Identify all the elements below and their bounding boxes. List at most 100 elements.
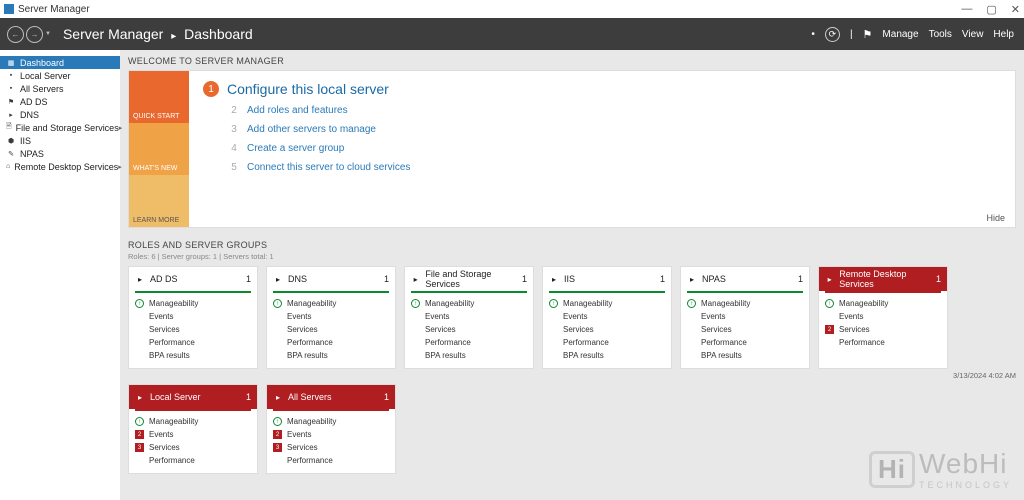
tile-row-events[interactable]: Events [411,310,527,323]
role-tile[interactable]: ▸IIS1↑ManageabilityEventsServicesPerform… [542,266,672,369]
tile-row-manageability[interactable]: ↑Manageability [273,415,389,428]
tile-row-bpa[interactable]: BPA results [273,349,389,362]
sidebar-item-label: All Servers [20,84,64,94]
sidebar-item-local-server[interactable]: ▪Local Server [0,69,120,82]
hide-link[interactable]: Hide [986,213,1005,223]
tile-row-bpa[interactable]: BPA results [135,349,251,362]
tile-row-performance[interactable]: Performance [135,454,251,467]
tile-row-manageability[interactable]: ↑Manageability [687,297,803,310]
arrow-up-icon: ↑ [825,299,834,308]
roles-subheading: Roles: 6 | Server groups: 1 | Servers to… [128,252,1016,261]
role-tile[interactable]: ▸All Servers1↑Manageability2Events3Servi… [266,384,396,474]
tile-row-events[interactable]: 2Events [273,428,389,441]
alert-badge: 2 [825,325,834,334]
role-tile[interactable]: ▸Local Server1↑Manageability2Events3Serv… [128,384,258,474]
notifications-flag-icon[interactable]: ⚑ [863,28,873,41]
tile-row-services[interactable]: Services [687,323,803,336]
tile-row-performance[interactable]: Performance [549,336,665,349]
sidebar-item-npas[interactable]: ✎NPAS [0,147,120,160]
sidebar-item-all-servers[interactable]: ▪All Servers [0,82,120,95]
role-tile[interactable]: ▸AD DS1↑ManageabilityEventsServicesPerfo… [128,266,258,369]
row-label: Performance [839,338,885,347]
role-tile[interactable]: ▸Remote Desktop Services1↑ManageabilityE… [818,266,948,369]
tile-row-events[interactable]: Events [825,310,941,323]
tile-row-performance[interactable]: Performance [825,336,941,349]
tile-row-manageability[interactable]: ↑Manageability [273,297,389,310]
row-label: Services [149,443,180,452]
row-label: Events [149,312,173,321]
tab-learn-more[interactable]: LEARN MORE [129,175,189,227]
tile-row-events[interactable]: Events [687,310,803,323]
step-number: 2 [227,103,241,117]
menu-help[interactable]: Help [993,29,1014,40]
menu-view[interactable]: View [962,29,984,40]
tile-row-events[interactable]: Events [135,310,251,323]
tile-title: Local Server [150,392,201,402]
nav-forward-button[interactable]: → [26,26,43,43]
tile-row-services[interactable]: 2Services [825,323,941,336]
row-label: Events [701,312,725,321]
step-create-group[interactable]: 4Create a server group [227,141,1001,155]
tile-row-performance[interactable]: Performance [273,454,389,467]
window-title: Server Manager [18,4,90,15]
tile-row-manageability[interactable]: ↑Manageability [411,297,527,310]
tile-row-services[interactable]: 3 Services [135,441,251,454]
tab-whats-new[interactable]: WHAT'S NEW [129,123,189,175]
refresh-icon[interactable]: ⟳ [825,27,840,42]
tile-row-manageability[interactable]: ↑Manageability [135,297,251,310]
menu-tools[interactable]: Tools [929,29,952,40]
tile-row-manageability[interactable]: ↑Manageability [135,415,251,428]
menu-manage[interactable]: Manage [882,29,918,40]
sidebar-item-label: File and Storage Services [16,123,119,133]
tile-icon: ▸ [273,274,283,284]
maximize-button[interactable]: ▢ [986,3,996,16]
step-add-other-servers[interactable]: 3Add other servers to manage [227,122,1001,136]
step-connect-cloud[interactable]: 5Connect this server to cloud services [227,160,1001,174]
tile-row-bpa[interactable]: BPA results [687,349,803,362]
row-label: Manageability [287,299,336,308]
role-tile[interactable]: ▸NPAS1↑ManageabilityEventsServicesPerfor… [680,266,810,369]
row-label: Manageability [701,299,750,308]
tile-row-events[interactable]: Events [549,310,665,323]
tile-row-manageability[interactable]: ↑Manageability [549,297,665,310]
server-icon: ▪ [6,71,16,80]
sidebar-item-label: NPAS [20,149,44,159]
tile-row-services[interactable]: Services [411,323,527,336]
breadcrumb-root[interactable]: Server Manager [63,26,163,42]
tile-row-performance[interactable]: Performance [273,336,389,349]
tile-row-events[interactable]: Events [273,310,389,323]
tile-row-services[interactable]: Services [273,323,389,336]
sidebar-item-iis[interactable]: ⬢IIS [0,134,120,147]
tile-row-performance[interactable]: Performance [687,336,803,349]
row-label: Manageability [839,299,888,308]
alert-badge: 3 [135,443,144,452]
row-label: Manageability [287,417,336,426]
tile-row-services[interactable]: Services [135,323,251,336]
close-button[interactable]: ✕ [1011,3,1020,16]
tile-row-services[interactable]: 3Services [273,441,389,454]
refresh-dropdown[interactable]: • [811,29,815,40]
tile-row-performance[interactable]: Performance [135,336,251,349]
sidebar-item-rds[interactable]: ⌂Remote Desktop Services▸ [0,160,120,173]
sidebar-item-file-storage[interactable]: 🗎File and Storage Services▸ [0,121,120,134]
nav-back-button[interactable]: ← [7,26,24,43]
role-tile[interactable]: ▸DNS1↑ManageabilityEventsServicesPerform… [266,266,396,369]
tile-row-bpa[interactable]: BPA results [411,349,527,362]
tile-row-events[interactable]: 2Events [135,428,251,441]
tab-quick-start[interactable]: QUICK START [129,71,189,123]
sidebar-item-label: IIS [20,136,31,146]
sidebar-item-ad-ds[interactable]: ⚑AD DS [0,95,120,108]
watermark: Hi WebHi TECHNOLOGY [869,448,1012,490]
role-tile[interactable]: ▸File and Storage Services1↑Manageabilit… [404,266,534,369]
minimize-button[interactable]: — [961,3,972,16]
sidebar-item-dns[interactable]: ▸DNS [0,108,120,121]
nav-history-dropdown[interactable]: ▼ [45,31,51,37]
welcome-steps: 1Configure this local server 2Add roles … [189,71,1015,227]
tile-row-manageability[interactable]: ↑ Manageability [825,297,941,310]
tile-row-bpa[interactable]: BPA results [549,349,665,362]
step-add-roles[interactable]: 2Add roles and features [227,103,1001,117]
tile-row-performance[interactable]: Performance [411,336,527,349]
sidebar-item-dashboard[interactable]: ▦Dashboard [0,56,120,69]
step-configure-local-server[interactable]: 1Configure this local server [203,81,1001,97]
tile-row-services[interactable]: Services [549,323,665,336]
